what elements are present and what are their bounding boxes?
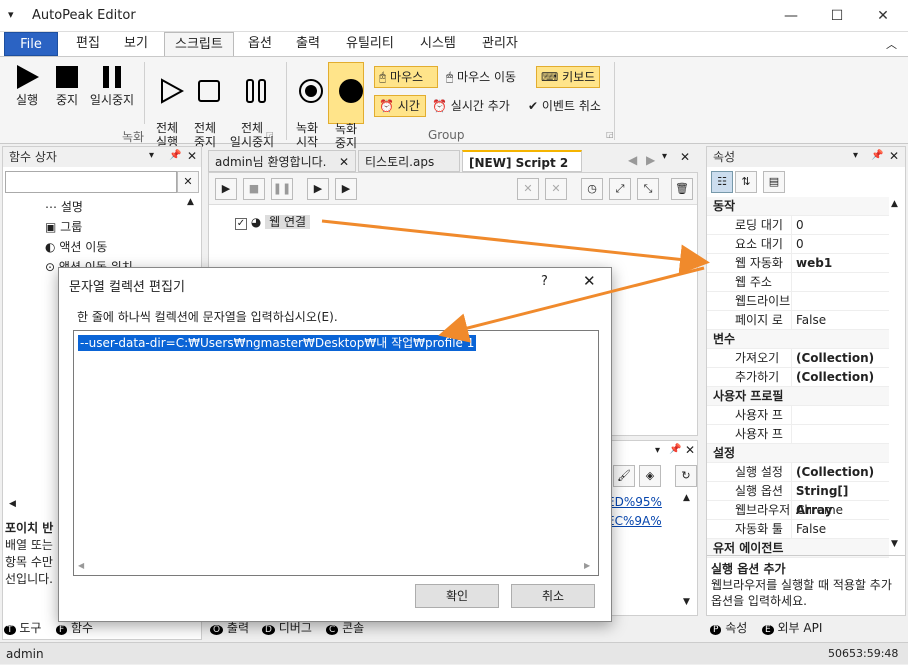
status-time: 50653:59:48 bbox=[828, 647, 899, 660]
status-user: admin bbox=[6, 647, 44, 661]
annotation-arrows bbox=[321, 219, 710, 343]
arrow-to-web-automation bbox=[321, 219, 710, 275]
status-bar: admin 50653:59:48 bbox=[0, 642, 908, 664]
arrow-to-dialog-text bbox=[438, 266, 705, 343]
